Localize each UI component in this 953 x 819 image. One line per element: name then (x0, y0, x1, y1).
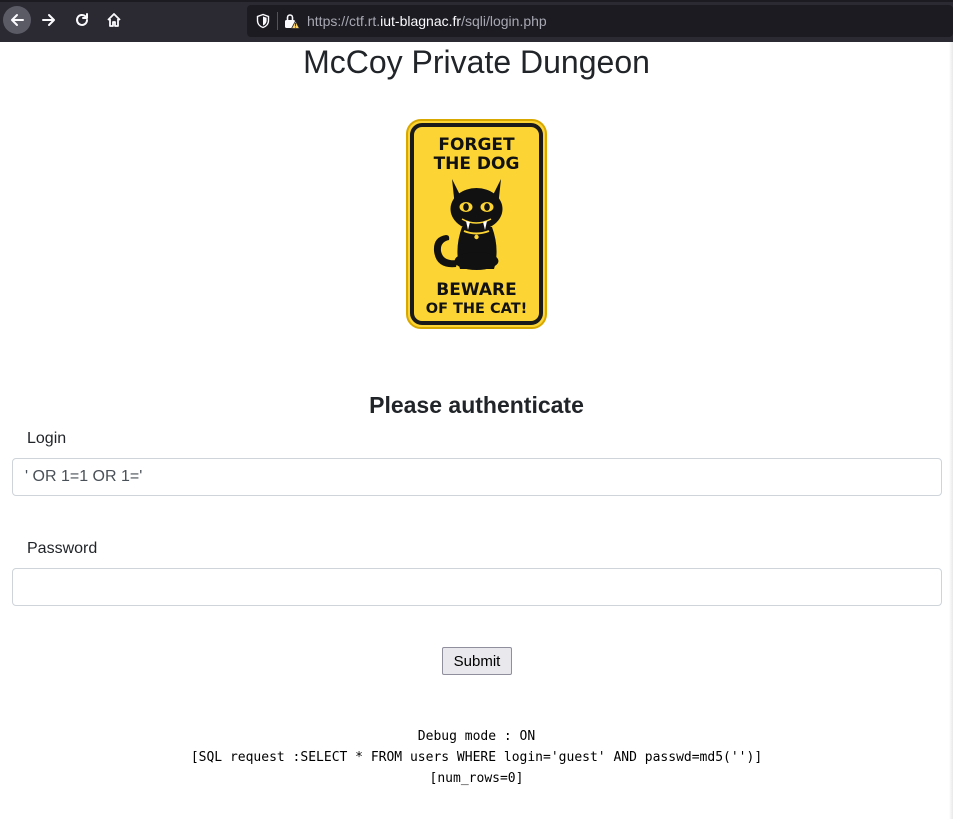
reload-button[interactable] (68, 6, 96, 34)
url-text[interactable]: https://ctf.rt.iut-blagnac.fr/sqli/login… (307, 13, 547, 29)
beware-of-cat-sign-image: FORGET THE DOG BEWARE OF THE CAT! (406, 119, 547, 329)
home-icon (107, 13, 121, 27)
password-input[interactable] (12, 568, 942, 606)
debug-rows-line: [num_rows=0] (429, 771, 524, 786)
sign-line-3: BEWARE (436, 280, 516, 300)
sign-line-1: FORGET (438, 135, 515, 155)
home-button[interactable] (100, 6, 128, 34)
page-title: McCoy Private Dungeon (303, 44, 650, 80)
insecure-lock-icon[interactable] (283, 12, 301, 30)
url-path: /sqli/login.php (461, 13, 547, 29)
shield-icon[interactable] (255, 13, 271, 29)
submit-button[interactable]: Submit (442, 647, 512, 675)
url-prefix: https://ctf.rt. (307, 13, 381, 29)
url-host: iut-blagnac.fr (380, 13, 462, 29)
sign-line-4: OF THE CAT! (426, 301, 528, 317)
sign-line-2: THE DOG (434, 154, 520, 174)
page-edge-shadow (949, 42, 953, 819)
back-arrow-icon (11, 14, 24, 26)
reload-icon (76, 13, 88, 26)
forward-button[interactable] (35, 6, 63, 34)
login-label: Login (27, 430, 67, 447)
tab-strip (0, 0, 953, 2)
debug-sql-line: [SQL request :SELECT * FROM users WHERE … (190, 750, 763, 765)
debug-mode-line: Debug mode : ON (417, 729, 536, 744)
login-input[interactable] (12, 458, 942, 496)
back-button[interactable] (3, 6, 31, 34)
debug-output: Debug mode : ON [SQL request :SELECT * FR… (0, 726, 953, 789)
url-bar[interactable]: https://ctf.rt.iut-blagnac.fr/sqli/login… (247, 5, 953, 37)
browser-toolbar: https://ctf.rt.iut-blagnac.fr/sqli/login… (0, 0, 953, 42)
forward-arrow-icon (42, 14, 55, 26)
password-label: Password (27, 540, 98, 557)
url-separator (277, 12, 278, 30)
auth-heading: Please authenticate (369, 392, 584, 418)
page-content: McCoy Private Dungeon FORGET THE DOG BEW… (0, 42, 953, 819)
